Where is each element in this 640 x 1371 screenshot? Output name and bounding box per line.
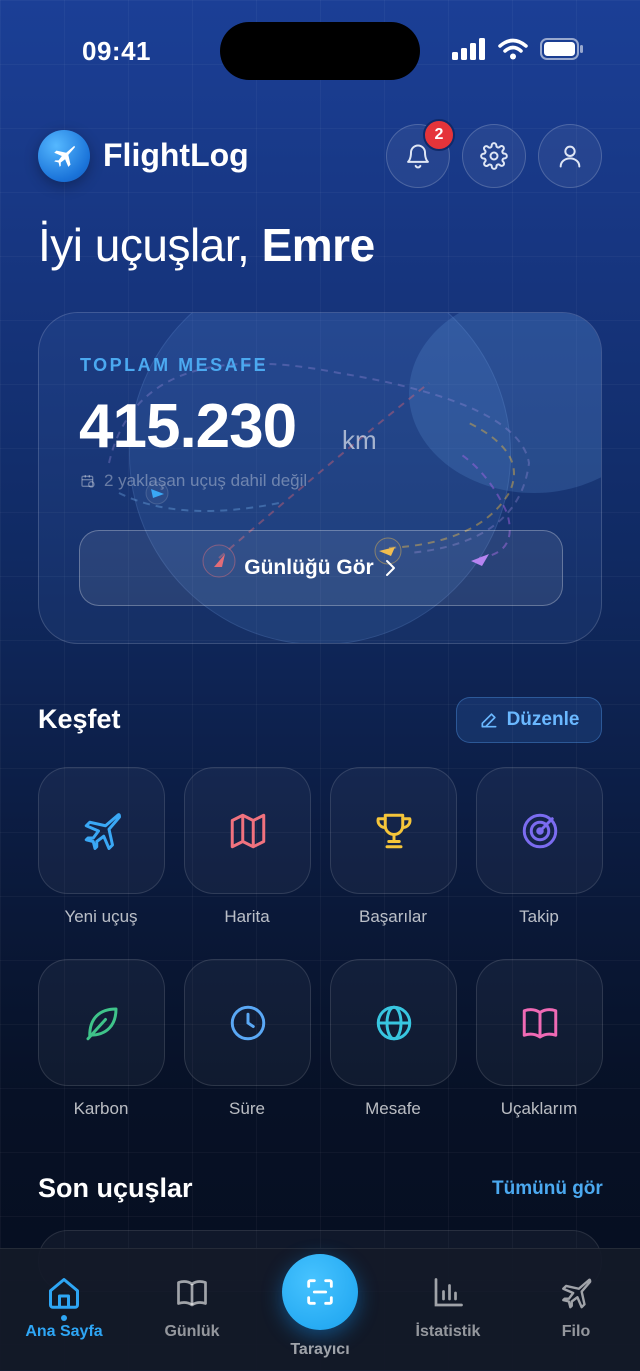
edit-label: Düzenle (506, 709, 580, 730)
wifi-icon (498, 38, 528, 60)
tile-duration[interactable] (184, 959, 311, 1086)
gear-icon (480, 142, 508, 170)
tile-label: Takip (519, 907, 559, 926)
see-all-link[interactable]: Tümünü gör (492, 1178, 603, 1200)
tab-journal[interactable]: Günlük (137, 1271, 247, 1341)
greeting: İyi uçuşlar, Emre (38, 218, 375, 272)
cellular-signal-icon (452, 38, 485, 60)
tile-label: Mesafe (365, 1099, 421, 1118)
settings-button[interactable] (462, 124, 526, 188)
plane-icon (84, 812, 121, 850)
tile-label: Süre (229, 1099, 265, 1118)
upcoming-note-text: 2 yaklaşan uçuş dahil değil (104, 471, 308, 490)
tab-fleet[interactable]: Filo (521, 1271, 631, 1341)
tab-label: İstatistik (415, 1323, 481, 1340)
tile-distance[interactable] (330, 959, 457, 1086)
tile-label: Başarılar (358, 907, 428, 926)
book-open-icon (177, 1280, 207, 1307)
radar-icon (522, 813, 557, 848)
scanner-button[interactable] (282, 1254, 358, 1330)
scan-icon (307, 1279, 333, 1305)
tab-statistics[interactable]: İstatistik (393, 1271, 503, 1341)
status-time: 09:41 (82, 36, 151, 66)
tile-label: Yeni uçuş (64, 907, 138, 926)
tab-label-scanner: Tarayıcı (290, 1341, 350, 1358)
dynamic-island (220, 22, 420, 80)
upcoming-note: 2 yaklaşan uçuş dahil değil (80, 471, 307, 491)
tile-label: Harita (224, 907, 270, 926)
tab-label: Ana Sayfa (25, 1323, 103, 1340)
tile-label: Uçaklarım (500, 1099, 578, 1118)
chevron-right-icon (385, 560, 395, 576)
trophy-icon (376, 813, 411, 848)
leaf-icon (86, 1007, 117, 1040)
status-icons (452, 38, 584, 60)
home-icon (49, 1278, 79, 1309)
tab-label: Filo (561, 1323, 591, 1340)
user-name: Emre (261, 219, 376, 271)
user-icon (559, 145, 581, 168)
bar-chart-icon (434, 1278, 463, 1307)
active-tab-dot (61, 1315, 67, 1321)
tab-label: Günlük (164, 1323, 220, 1340)
plane-icon (54, 145, 75, 167)
tile-carbon[interactable] (38, 959, 165, 1086)
app-logo (38, 130, 90, 182)
globe-icon (376, 1005, 411, 1040)
tab-bar: Ana Sayfa Günlük Tarayıcı İstatistik Fil… (0, 1248, 640, 1371)
total-distance-card: TOPLAM MESAFE 415.230 km 2 yaklaşan uçuş… (38, 312, 602, 644)
app-name: FlightLog (103, 137, 249, 173)
view-log-label: Günlüğü Gör (244, 556, 374, 579)
notification-badge: 2 (423, 119, 455, 151)
tile-my-aircraft[interactable] (476, 959, 603, 1086)
background-grid (0, 0, 640, 1370)
notifications-button[interactable]: 2 (386, 119, 455, 188)
recent-flights-title: Son uçuşlar (38, 1173, 193, 1203)
greeting-prefix: İyi uçuşlar, (38, 219, 262, 271)
calendar-clock-icon (81, 475, 95, 488)
tile-new-flight[interactable] (38, 767, 165, 894)
edit-button[interactable]: Düzenle (456, 697, 602, 743)
pencil-icon (481, 713, 497, 728)
clock-icon (230, 1005, 265, 1040)
view-log-button[interactable]: Günlüğü Gör (79, 530, 563, 606)
tile-tracking[interactable] (476, 767, 603, 894)
distance-unit: km (342, 425, 377, 455)
book-icon (522, 1007, 557, 1038)
card-label: TOPLAM MESAFE (80, 355, 269, 375)
tile-map[interactable] (184, 767, 311, 894)
profile-button[interactable] (538, 124, 602, 188)
tile-achievements[interactable] (330, 767, 457, 894)
tab-home[interactable]: Ana Sayfa (9, 1271, 119, 1341)
tile-label: Karbon (73, 1099, 129, 1118)
battery-icon (540, 38, 583, 60)
map-icon (230, 813, 265, 848)
plane-icon (562, 1278, 592, 1309)
explore-title: Keşfet (38, 704, 121, 734)
total-distance-value: 415.230 (79, 392, 297, 461)
